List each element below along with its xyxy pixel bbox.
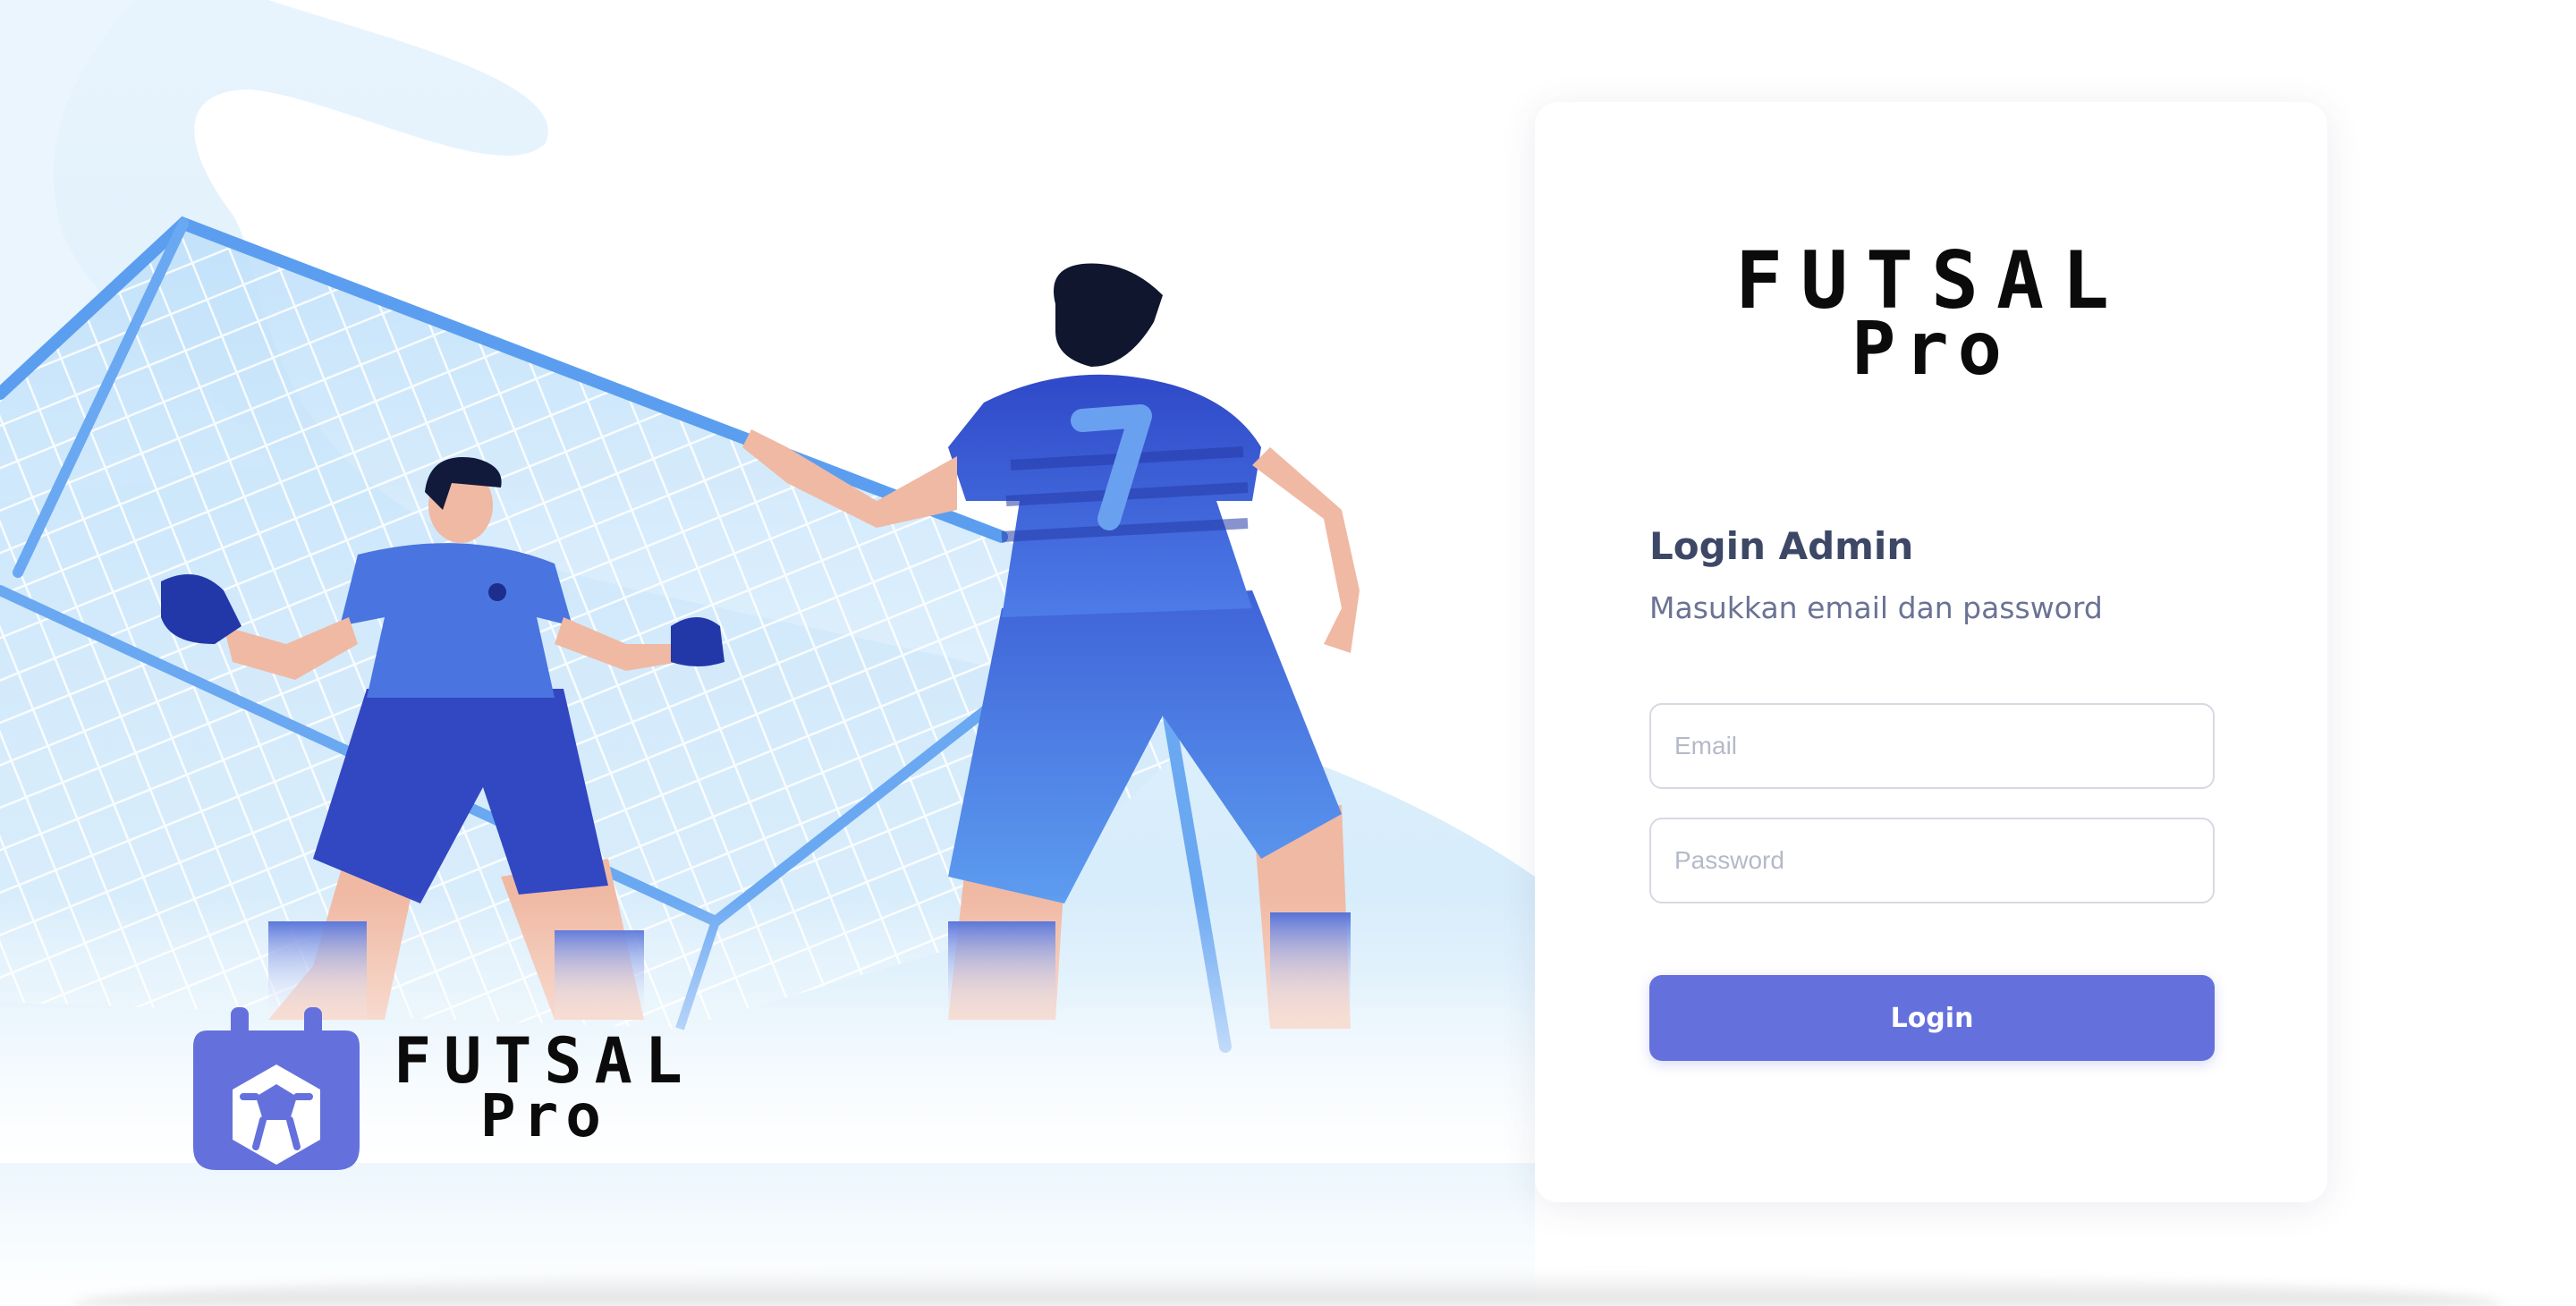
password-field[interactable]	[1649, 818, 2215, 903]
hero-illustration: FUTSAL Pro	[0, 0, 1535, 1306]
login-subtitle: Masukkan email dan password	[1649, 590, 2103, 625]
hero-brand: FUTSAL Pro	[190, 1004, 695, 1172]
card-logo: FUTSAL Pro	[1535, 234, 2327, 392]
card-logo-line1: FUTSAL	[1735, 234, 2127, 326]
login-title: Login Admin	[1649, 524, 1914, 568]
login-button[interactable]: Login	[1649, 975, 2215, 1061]
card-logo-line2: Pro	[1851, 307, 2012, 392]
email-field[interactable]	[1649, 703, 2215, 789]
brand-line2: Pro	[479, 1081, 609, 1150]
futsal-ball-calendar-icon	[190, 1004, 363, 1172]
login-card: FUTSAL Pro Login Admin Masukkan email da…	[1535, 102, 2327, 1202]
hero-brand-wordmark: FUTSAL Pro	[394, 1030, 695, 1150]
